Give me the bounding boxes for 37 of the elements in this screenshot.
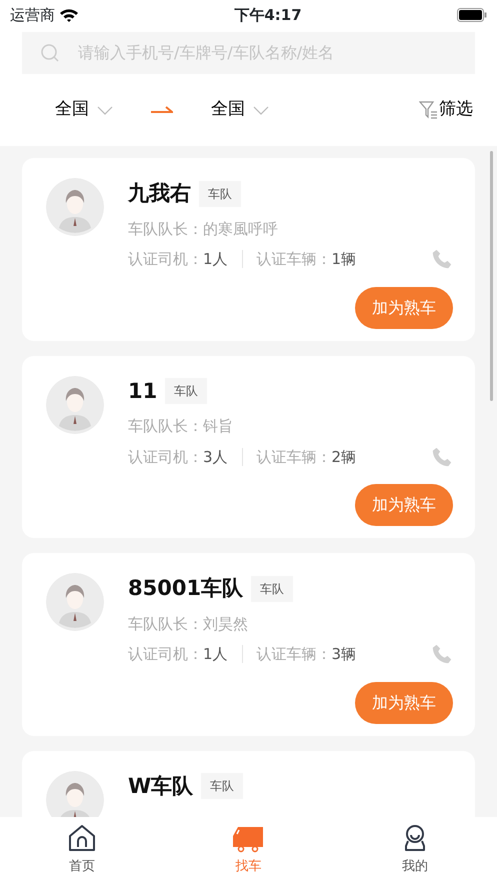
to-region-dropdown[interactable]: 全国 <box>211 97 269 123</box>
leader-text: 车队队长：的寒風呼呼 <box>128 218 279 240</box>
phone-icon[interactable] <box>431 643 453 666</box>
phone-icon[interactable] <box>431 248 453 270</box>
fleet-tag: 车队 <box>165 378 208 404</box>
fleet-tag: 车队 <box>201 773 244 800</box>
chevron-down-icon <box>253 106 269 114</box>
battery-icon <box>457 8 487 22</box>
from-region-dropdown[interactable]: 全国 <box>55 97 113 123</box>
driver-count: 认证司机：1人 <box>128 644 228 665</box>
wifi-icon <box>59 8 79 22</box>
avatar-icon <box>46 178 104 236</box>
fleet-tag: 车队 <box>251 576 294 602</box>
status-time: 下午4:17 <box>234 4 302 26</box>
chevron-down-icon <box>97 106 113 114</box>
avatar-icon <box>46 573 104 631</box>
filter-button[interactable]: 筛选 <box>419 97 473 123</box>
fleet-name: 85001车队 <box>128 575 244 602</box>
home-icon <box>67 823 98 854</box>
tab-bar-item[interactable]: 我的 <box>380 817 450 883</box>
search-icon <box>40 43 60 63</box>
leader-text: 车队队长：钭旨 <box>128 416 234 437</box>
phone-icon[interactable] <box>431 446 453 468</box>
vehicle-count: 认证车辆：3辆 <box>256 644 356 665</box>
leader-text: 车队队长：刘昊然 <box>128 614 249 634</box>
filter-icon <box>419 100 439 120</box>
avatar-icon <box>46 376 104 434</box>
vehicle-count: 认证车辆：1辆 <box>256 249 356 270</box>
driver-count: 认证司机：3人 <box>128 446 228 468</box>
tab-bar-item[interactable]: 首页 <box>47 817 118 883</box>
fleet-name: 11 <box>128 378 158 404</box>
carrier-name: 运营商 <box>10 4 55 26</box>
vehicle-count: 认证车辆：2辆 <box>256 446 356 468</box>
driver-count: 认证司机：1人 <box>128 249 228 270</box>
fleet-name: 九我右 <box>128 180 191 207</box>
fleet-name: W车队 <box>128 772 194 800</box>
fleet-tag: 车队 <box>199 180 241 207</box>
